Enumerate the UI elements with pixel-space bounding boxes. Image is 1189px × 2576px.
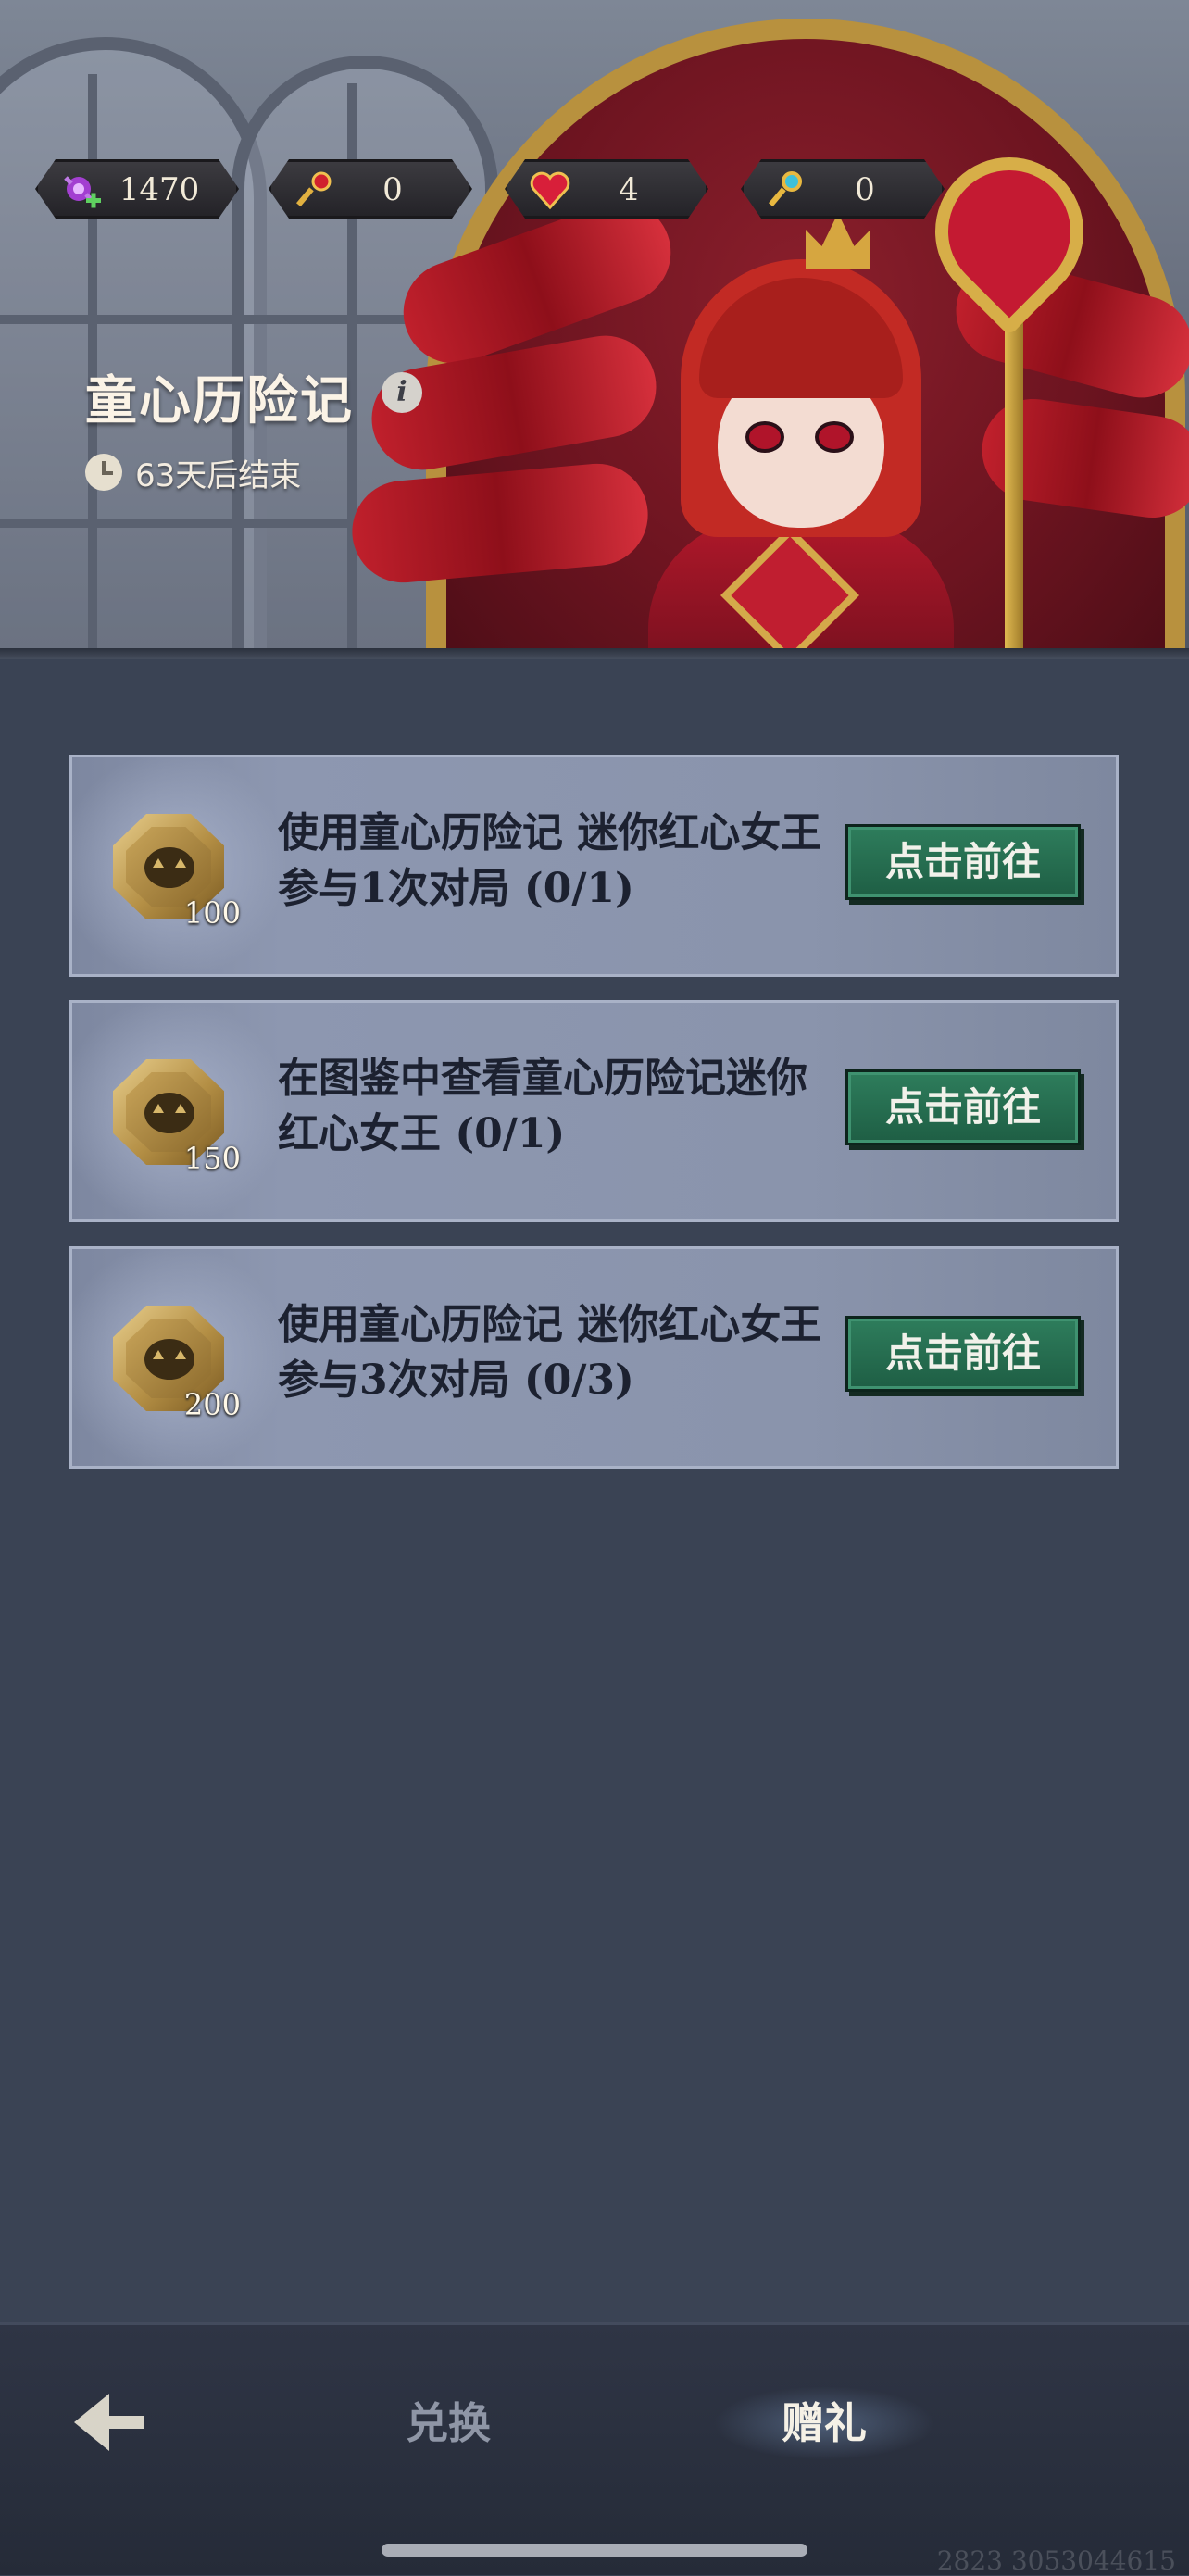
event-title: 童心历险记: [85, 370, 354, 431]
task-card: 100 使用童心历险记 迷你红心女王参与1次对局 (0/1) 点击前往: [69, 755, 1119, 977]
currency-value: 0: [382, 171, 403, 208]
currency-value: 1470: [119, 171, 200, 208]
uid-watermark: 2823 3053044615: [936, 2545, 1176, 2576]
task-description: 使用童心历险记 迷你红心女王参与1次对局 (0/1): [278, 809, 822, 912]
currency-heart[interactable]: 4: [505, 159, 708, 219]
banner-rim: [0, 648, 1189, 659]
task-card: 150 在图鉴中查看童心历险记迷你红心女王 (0/1) 点击前往: [69, 1000, 1119, 1222]
back-arrow-icon[interactable]: [74, 2390, 148, 2455]
red-key-icon: [292, 169, 336, 213]
task-description: 使用童心历险记 迷你红心女王参与3次对局 (0/3): [278, 1301, 822, 1404]
go-button[interactable]: 点击前往: [845, 824, 1081, 900]
pumpkin-medal-icon: 100: [109, 808, 241, 931]
reward-amount: 200: [183, 1387, 241, 1422]
info-icon[interactable]: i: [382, 372, 422, 413]
go-button[interactable]: 点击前往: [845, 1069, 1081, 1145]
currency-value: 0: [855, 171, 875, 208]
pumpkin-medal-icon: 200: [109, 1300, 241, 1422]
currency-value: 4: [619, 171, 639, 208]
queen-eye: [815, 421, 854, 453]
heart-icon: [528, 169, 572, 213]
pumpkin-medal-icon: 150: [109, 1054, 241, 1176]
window-arch-left: [0, 37, 267, 659]
gold-key-icon: [764, 169, 808, 213]
clock-icon: [85, 454, 122, 491]
reward-amount: 150: [183, 1141, 241, 1176]
tab-gift[interactable]: 赠礼: [713, 2386, 935, 2460]
task-card: 200 使用童心历险记 迷你红心女王参与3次对局 (0/3) 点击前往: [69, 1246, 1119, 1469]
currency-candy[interactable]: 1470: [35, 159, 239, 219]
tab-exchange[interactable]: 兑换: [337, 2386, 559, 2460]
task-description: 在图鉴中查看童心历险记迷你红心女王 (0/1): [278, 1055, 807, 1157]
candy-plus-icon: [58, 169, 103, 213]
event-countdown: 63天后结束: [135, 457, 302, 494]
event-banner: [0, 0, 1189, 659]
bottom-nav: 兑换 赠礼 2823 3053044615: [0, 2322, 1189, 2576]
queen-eye: [745, 421, 784, 453]
home-indicator[interactable]: [382, 2544, 807, 2557]
currency-red-key[interactable]: 0: [269, 159, 472, 219]
currency-gold-key[interactable]: 0: [741, 159, 945, 219]
reward-amount: 100: [183, 895, 241, 931]
go-button[interactable]: 点击前往: [845, 1316, 1081, 1392]
